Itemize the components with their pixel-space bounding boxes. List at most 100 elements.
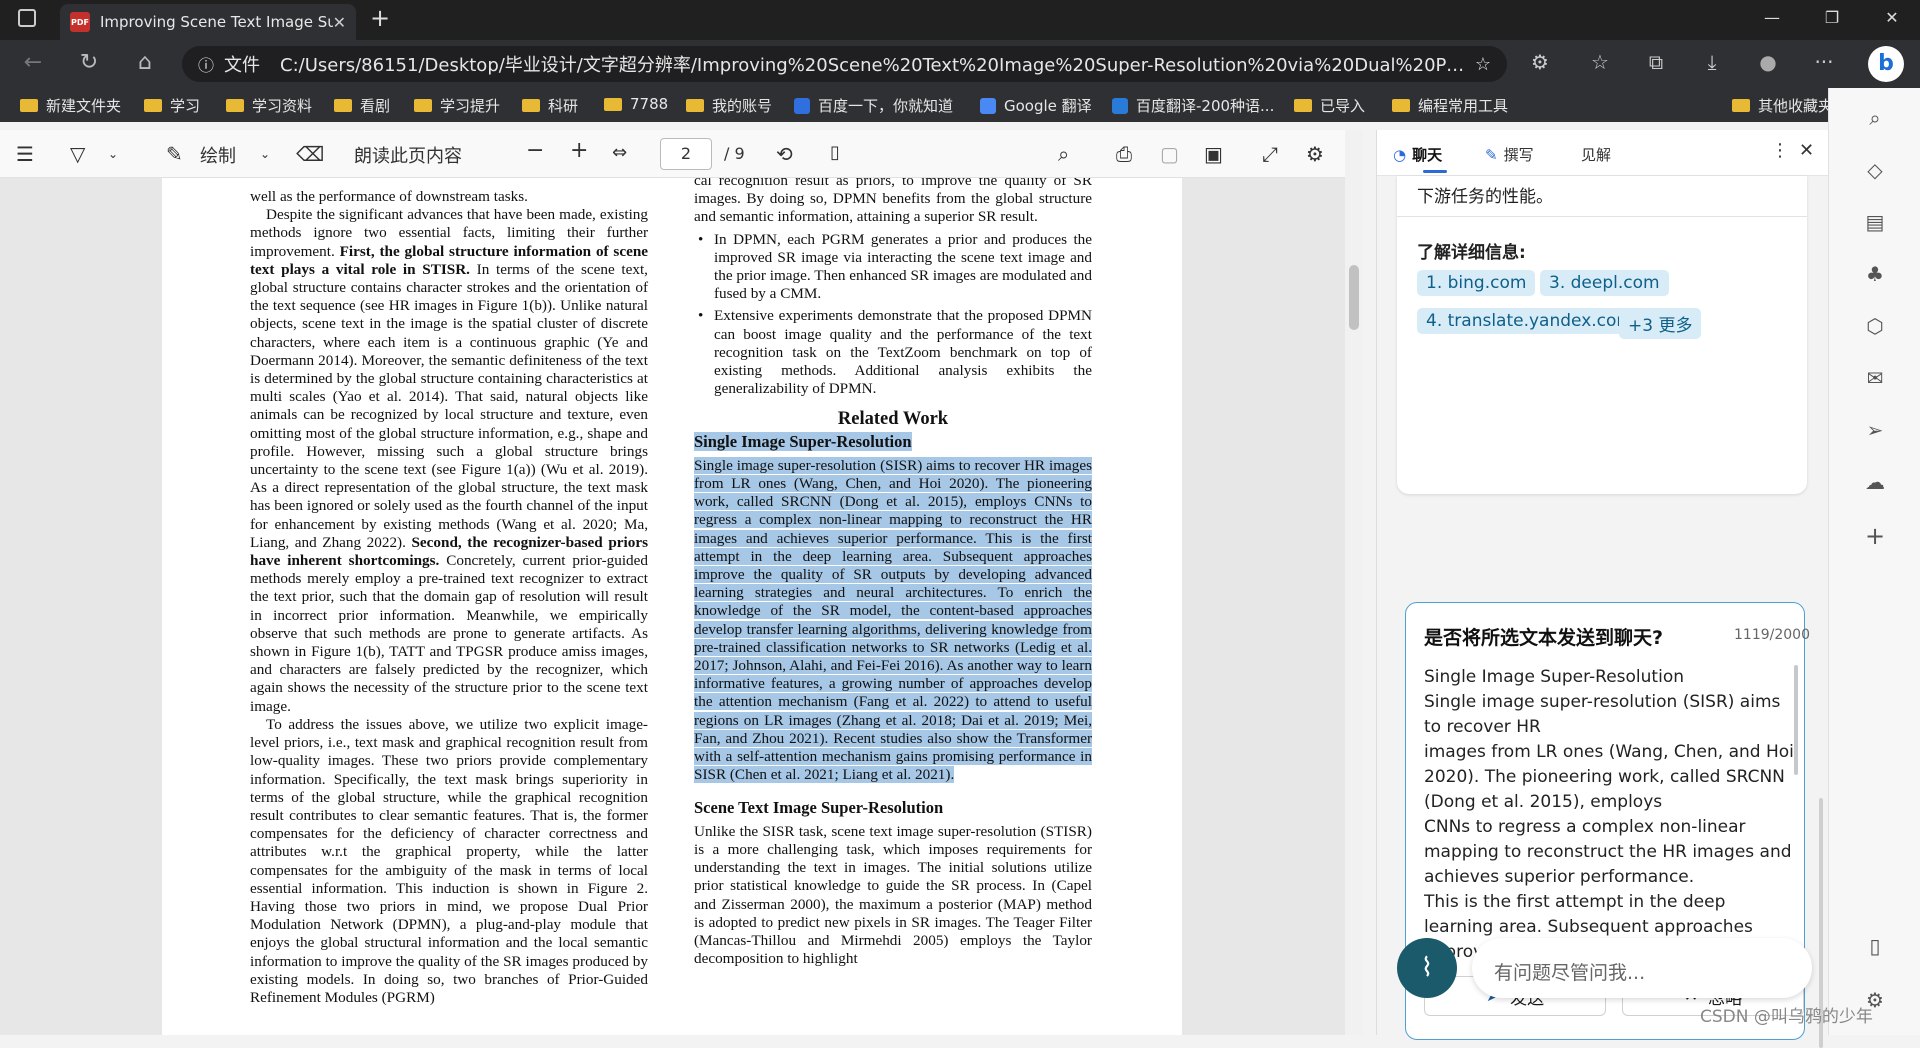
tab-compose[interactable]: ✎ 撰写 xyxy=(1485,144,1534,165)
contents-icon[interactable]: ☰ xyxy=(16,142,34,166)
bookmark-link[interactable]: 百度翻译-200种语... xyxy=(1112,95,1274,116)
pdf-scrollbar[interactable] xyxy=(1345,130,1363,1035)
tab-chat[interactable]: ◔ 聊天 xyxy=(1393,144,1442,165)
cloud-icon[interactable]: ☁ xyxy=(1829,470,1920,494)
fullscreen-icon[interactable]: ⤢ xyxy=(1262,142,1278,166)
games-icon[interactable]: ♣ xyxy=(1829,262,1920,286)
home-icon[interactable]: ⌂ xyxy=(130,50,160,75)
address-field[interactable]: ⓘ 文件 C:/Users/86151/Desktop/毕业设计/文字超分辨率/… xyxy=(182,46,1507,82)
add-favorite-icon[interactable]: ☆ xyxy=(1475,54,1491,75)
office-icon[interactable]: ⬡ xyxy=(1829,314,1920,338)
selected-paragraph[interactable]: Single image super-resolution (SISR) aim… xyxy=(694,457,1092,785)
watermark: CSDN @叫乌鸦的少年 xyxy=(1700,1002,1873,1027)
preview-scrollbar[interactable] xyxy=(1794,665,1798,775)
tab-title: Improving Scene Text Image Sup xyxy=(100,13,333,31)
bullet-list: • In DPMN, each PGRM generates a prior an… xyxy=(714,231,1092,399)
zoom-out-icon[interactable]: − xyxy=(526,138,544,163)
close-tab-icon[interactable]: ✕ xyxy=(333,13,346,32)
search-icon[interactable]: ⌕ xyxy=(1058,142,1069,166)
collections-icon[interactable]: ⧉ xyxy=(1640,50,1672,74)
left-column: well as the performance of downstream ta… xyxy=(250,188,648,1007)
bookmark-folder[interactable]: 编程常用工具 xyxy=(1392,95,1508,116)
selected-text-preview: Single Image Super-Resolution Single ima… xyxy=(1424,665,1794,965)
downloads-icon[interactable]: ⤓ xyxy=(1696,50,1728,74)
chat-input[interactable]: 有问题尽管问我... xyxy=(1472,938,1812,998)
chevron-down-icon[interactable]: ⌄ xyxy=(108,147,118,161)
other-bookmarks[interactable]: 其他收藏夹 xyxy=(1732,95,1833,116)
back-icon[interactable]: ← xyxy=(18,50,48,75)
eraser-icon[interactable]: ⌫ xyxy=(296,142,324,166)
add-icon[interactable]: + xyxy=(1829,522,1920,550)
close-sidebar-icon[interactable]: ✕ xyxy=(1799,140,1814,161)
print-icon[interactable]: ⎙ xyxy=(1116,142,1132,166)
tab-active[interactable]: PDF Improving Scene Text Image Sup ✕ xyxy=(60,4,356,40)
outlook-icon[interactable]: ✉ xyxy=(1829,366,1920,390)
page-view-icon[interactable]: ▯ xyxy=(830,142,840,163)
draw-icon[interactable]: ✎ xyxy=(166,142,183,166)
more-icon[interactable]: ··· xyxy=(1808,50,1840,74)
close-window-icon[interactable]: ✕ xyxy=(1877,8,1907,27)
tab-actions-icon[interactable] xyxy=(18,9,36,27)
source-chip[interactable]: 4. translate.yandex.com xyxy=(1417,308,1642,334)
source-chip[interactable]: 1. bing.com xyxy=(1417,270,1535,296)
search-icon[interactable]: ⌕ xyxy=(1829,106,1920,130)
highlight-icon[interactable]: ▽ xyxy=(70,142,85,166)
new-tab-icon[interactable]: + xyxy=(370,4,390,32)
profile-avatar[interactable]: ● xyxy=(1752,50,1784,74)
fit-width-icon[interactable]: ⇔ xyxy=(612,142,627,163)
tag-icon[interactable]: ◇ xyxy=(1829,158,1920,182)
save-icon[interactable]: ▢ xyxy=(1160,142,1179,166)
pdf-viewer[interactable]: well as the performance of downstream ta… xyxy=(0,178,1345,1035)
minimize-icon[interactable]: — xyxy=(1757,8,1787,27)
folder-icon xyxy=(686,99,704,112)
learn-more-label: 了解详细信息: xyxy=(1417,238,1526,263)
bookmark-folder[interactable]: 学习提升 xyxy=(414,95,500,116)
settings-icon[interactable]: ⚙ xyxy=(1306,142,1324,166)
bookmark-folder[interactable]: 新建文件夹 xyxy=(20,95,121,116)
pdf-page: well as the performance of downstream ta… xyxy=(162,178,1182,1035)
info-icon[interactable]: ⓘ xyxy=(198,52,214,76)
bookmark-folder[interactable]: 学习 xyxy=(144,95,200,116)
scrollbar-thumb[interactable] xyxy=(1349,265,1359,330)
draw-button[interactable]: 绘制 xyxy=(200,142,236,168)
rotate-icon[interactable]: ⟲ xyxy=(776,142,793,166)
pdf-toolbar: ☰ ▽ ⌄ ✎ 绘制 ⌄ ⌫ 朗读此页内容 − + ⇔ 2 / 9 ⟲ ▯ ⌕ … xyxy=(0,130,1345,178)
source-chip[interactable]: 3. deepl.com xyxy=(1540,270,1669,296)
split-screen-icon[interactable]: ▯ xyxy=(1829,934,1920,958)
folder-icon xyxy=(414,99,432,112)
bing-copilot-icon[interactable]: b xyxy=(1868,46,1904,82)
bookmark-folder[interactable]: 看剧 xyxy=(334,95,390,116)
zoom-in-icon[interactable]: + xyxy=(570,138,588,163)
bookmark-folder[interactable]: 已导入 xyxy=(1294,95,1365,116)
page-total: / 9 xyxy=(724,144,745,163)
response-text: 下游任务的性能。 xyxy=(1417,182,1553,207)
folder-icon xyxy=(1294,99,1312,112)
send-icon[interactable]: ➢ xyxy=(1829,418,1920,442)
folder-icon xyxy=(522,99,540,112)
paragraph: well as the performance of downstream ta… xyxy=(250,188,648,206)
paragraph: To address the issues above, we utilize … xyxy=(250,716,648,1007)
more-sources-chip[interactable]: +3 更多 xyxy=(1619,308,1701,339)
chevron-down-icon[interactable]: ⌄ xyxy=(260,147,270,161)
new-topic-broom-icon[interactable]: ⌇ xyxy=(1397,938,1457,998)
bookmark-folder[interactable]: 我的账号 xyxy=(686,95,772,116)
page-number-input[interactable]: 2 xyxy=(660,138,712,170)
section-heading: Related Work xyxy=(694,410,1092,428)
baidu-translate-icon xyxy=(1112,98,1128,114)
tab-insights[interactable]: 见解 xyxy=(1581,144,1611,165)
bookmark-folder[interactable]: 科研 xyxy=(522,95,578,116)
favorites-icon[interactable]: ☆ xyxy=(1584,50,1616,74)
extensions-icon[interactable]: ⚙ xyxy=(1524,50,1556,74)
bookmark-folder[interactable]: 学习资料 xyxy=(226,95,312,116)
more-options-icon[interactable]: ⋮ xyxy=(1771,140,1789,161)
tools-icon[interactable]: ▤ xyxy=(1829,210,1920,234)
bookmark-link[interactable]: 百度一下，你就知道 xyxy=(794,95,953,116)
read-aloud-button[interactable]: 朗读此页内容 xyxy=(354,142,462,168)
bookmark-folder[interactable]: 7788 xyxy=(604,95,668,113)
save-as-icon[interactable]: ▣ xyxy=(1204,142,1223,166)
bookmark-link[interactable]: Google 翻译 xyxy=(980,95,1092,116)
refresh-icon[interactable]: ↻ xyxy=(74,50,104,75)
restore-icon[interactable]: ❐ xyxy=(1817,8,1847,27)
list-item: • In DPMN, each PGRM generates a prior an… xyxy=(714,231,1092,304)
pdf-icon: PDF xyxy=(70,12,90,32)
